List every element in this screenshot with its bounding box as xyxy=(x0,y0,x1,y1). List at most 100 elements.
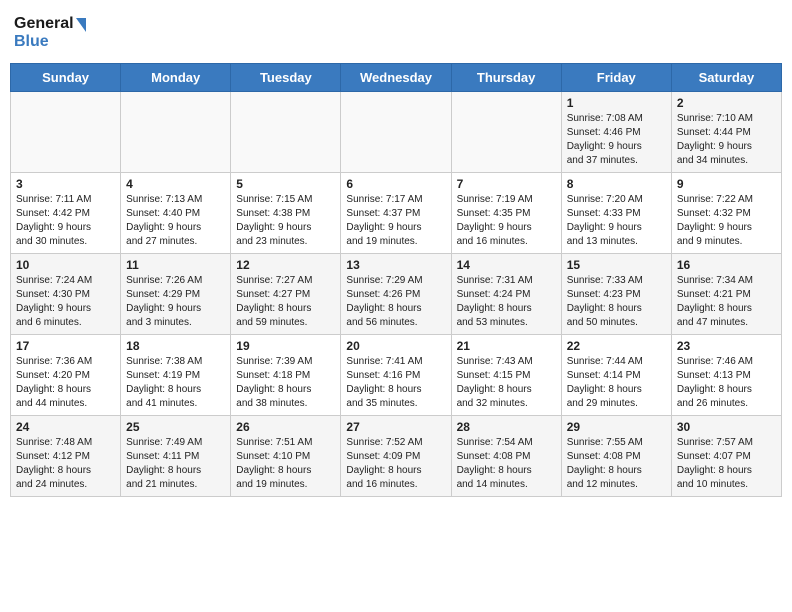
header-cell-wednesday: Wednesday xyxy=(341,64,451,92)
calendar-cell: 20 Sunrise: 7:41 AM Sunset: 4:16 PM Dayli… xyxy=(341,335,451,416)
day-number: 11 xyxy=(126,258,225,272)
calendar-cell: 14 Sunrise: 7:31 AM Sunset: 4:24 PM Dayli… xyxy=(451,254,561,335)
calendar-cell: 4 Sunrise: 7:13 AM Sunset: 4:40 PM Daylig… xyxy=(121,173,231,254)
day-number: 26 xyxy=(236,420,335,434)
day-info: Sunrise: 7:27 AM Sunset: 4:27 PM Dayligh… xyxy=(236,274,335,330)
calendar-cell: 24 Sunrise: 7:48 AM Sunset: 4:12 PM Dayli… xyxy=(11,416,121,497)
day-info: Sunrise: 7:52 AM Sunset: 4:09 PM Dayligh… xyxy=(346,436,445,492)
calendar-cell: 12 Sunrise: 7:27 AM Sunset: 4:27 PM Dayli… xyxy=(231,254,341,335)
day-info: Sunrise: 7:49 AM Sunset: 4:11 PM Dayligh… xyxy=(126,436,225,492)
week-row-1: 1 Sunrise: 7:08 AM Sunset: 4:46 PM Daylig… xyxy=(11,92,782,173)
calendar-cell: 26 Sunrise: 7:51 AM Sunset: 4:10 PM Dayli… xyxy=(231,416,341,497)
calendar-cell: 17 Sunrise: 7:36 AM Sunset: 4:20 PM Dayli… xyxy=(11,335,121,416)
day-number: 17 xyxy=(16,339,115,353)
calendar-table: SundayMondayTuesdayWednesdayThursdayFrid… xyxy=(10,63,782,497)
day-number: 15 xyxy=(567,258,666,272)
day-number: 19 xyxy=(236,339,335,353)
day-info: Sunrise: 7:36 AM Sunset: 4:20 PM Dayligh… xyxy=(16,355,115,411)
day-number: 20 xyxy=(346,339,445,353)
day-info: Sunrise: 7:33 AM Sunset: 4:23 PM Dayligh… xyxy=(567,274,666,330)
day-number: 22 xyxy=(567,339,666,353)
day-number: 12 xyxy=(236,258,335,272)
day-info: Sunrise: 7:10 AM Sunset: 4:44 PM Dayligh… xyxy=(677,112,776,168)
day-number: 2 xyxy=(677,96,776,110)
day-info: Sunrise: 7:19 AM Sunset: 4:35 PM Dayligh… xyxy=(457,193,556,249)
day-info: Sunrise: 7:08 AM Sunset: 4:46 PM Dayligh… xyxy=(567,112,666,168)
day-info: Sunrise: 7:31 AM Sunset: 4:24 PM Dayligh… xyxy=(457,274,556,330)
day-number: 24 xyxy=(16,420,115,434)
day-info: Sunrise: 7:29 AM Sunset: 4:26 PM Dayligh… xyxy=(346,274,445,330)
calendar-cell: 21Sunrise: 7:43 AM Sunset: 4:15 PM Dayli… xyxy=(451,335,561,416)
header-cell-thursday: Thursday xyxy=(451,64,561,92)
day-info: Sunrise: 7:55 AM Sunset: 4:08 PM Dayligh… xyxy=(567,436,666,492)
week-row-5: 24 Sunrise: 7:48 AM Sunset: 4:12 PM Dayli… xyxy=(11,416,782,497)
day-number: 13 xyxy=(346,258,445,272)
calendar-cell: 9 Sunrise: 7:22 AM Sunset: 4:32 PM Daylig… xyxy=(671,173,781,254)
day-number: 16 xyxy=(677,258,776,272)
day-number: 3 xyxy=(16,177,115,191)
calendar-cell: 23 Sunrise: 7:46 AM Sunset: 4:13 PM Dayli… xyxy=(671,335,781,416)
calendar-cell xyxy=(231,92,341,173)
week-row-3: 10 Sunrise: 7:24 AM Sunset: 4:30 PM Dayli… xyxy=(11,254,782,335)
calendar-cell xyxy=(341,92,451,173)
calendar-cell: 15 Sunrise: 7:33 AM Sunset: 4:23 PM Dayli… xyxy=(561,254,671,335)
calendar-cell: 6 Sunrise: 7:17 AM Sunset: 4:37 PM Daylig… xyxy=(341,173,451,254)
day-info: Sunrise: 7:11 AM Sunset: 4:42 PM Dayligh… xyxy=(16,193,115,249)
calendar-cell: 1 Sunrise: 7:08 AM Sunset: 4:46 PM Daylig… xyxy=(561,92,671,173)
day-info: Sunrise: 7:48 AM Sunset: 4:12 PM Dayligh… xyxy=(16,436,115,492)
calendar-cell: 16 Sunrise: 7:34 AM Sunset: 4:21 PM Dayli… xyxy=(671,254,781,335)
header-cell-tuesday: Tuesday xyxy=(231,64,341,92)
svg-text:Blue: Blue xyxy=(14,33,49,50)
day-number: 6 xyxy=(346,177,445,191)
day-number: 10 xyxy=(16,258,115,272)
calendar-cell: 8Sunrise: 7:20 AM Sunset: 4:33 PM Daylig… xyxy=(561,173,671,254)
day-info: Sunrise: 7:39 AM Sunset: 4:18 PM Dayligh… xyxy=(236,355,335,411)
day-info: Sunrise: 7:43 AM Sunset: 4:15 PM Dayligh… xyxy=(457,355,556,411)
day-info: Sunrise: 7:38 AM Sunset: 4:19 PM Dayligh… xyxy=(126,355,225,411)
calendar-cell: 28 Sunrise: 7:54 AM Sunset: 4:08 PM Dayli… xyxy=(451,416,561,497)
day-info: Sunrise: 7:54 AM Sunset: 4:08 PM Dayligh… xyxy=(457,436,556,492)
day-info: Sunrise: 7:13 AM Sunset: 4:40 PM Dayligh… xyxy=(126,193,225,249)
calendar-cell: 25Sunrise: 7:49 AM Sunset: 4:11 PM Dayli… xyxy=(121,416,231,497)
calendar-cell: 18Sunrise: 7:38 AM Sunset: 4:19 PM Dayli… xyxy=(121,335,231,416)
calendar-cell: 10 Sunrise: 7:24 AM Sunset: 4:30 PM Dayli… xyxy=(11,254,121,335)
calendar-cell: 13 Sunrise: 7:29 AM Sunset: 4:26 PM Dayli… xyxy=(341,254,451,335)
week-row-4: 17 Sunrise: 7:36 AM Sunset: 4:20 PM Dayli… xyxy=(11,335,782,416)
day-number: 30 xyxy=(677,420,776,434)
day-info: Sunrise: 7:57 AM Sunset: 4:07 PM Dayligh… xyxy=(677,436,776,492)
header-cell-monday: Monday xyxy=(121,64,231,92)
header-cell-saturday: Saturday xyxy=(671,64,781,92)
calendar-cell: 3 Sunrise: 7:11 AM Sunset: 4:42 PM Daylig… xyxy=(11,173,121,254)
day-info: Sunrise: 7:34 AM Sunset: 4:21 PM Dayligh… xyxy=(677,274,776,330)
day-info: Sunrise: 7:46 AM Sunset: 4:13 PM Dayligh… xyxy=(677,355,776,411)
calendar-cell: 27Sunrise: 7:52 AM Sunset: 4:09 PM Dayli… xyxy=(341,416,451,497)
calendar-cell xyxy=(11,92,121,173)
calendar-cell: 11 Sunrise: 7:26 AM Sunset: 4:29 PM Dayli… xyxy=(121,254,231,335)
header: GeneralBlue xyxy=(10,10,782,55)
calendar-cell: 29 Sunrise: 7:55 AM Sunset: 4:08 PM Dayli… xyxy=(561,416,671,497)
logo: GeneralBlue xyxy=(14,10,94,55)
day-number: 23 xyxy=(677,339,776,353)
day-number: 14 xyxy=(457,258,556,272)
svg-text:General: General xyxy=(14,15,74,32)
day-info: Sunrise: 7:22 AM Sunset: 4:32 PM Dayligh… xyxy=(677,193,776,249)
header-cell-friday: Friday xyxy=(561,64,671,92)
day-info: Sunrise: 7:24 AM Sunset: 4:30 PM Dayligh… xyxy=(16,274,115,330)
day-number: 7 xyxy=(457,177,556,191)
day-info: Sunrise: 7:51 AM Sunset: 4:10 PM Dayligh… xyxy=(236,436,335,492)
day-number: 5 xyxy=(236,177,335,191)
week-row-2: 3 Sunrise: 7:11 AM Sunset: 4:42 PM Daylig… xyxy=(11,173,782,254)
day-number: 9 xyxy=(677,177,776,191)
day-info: Sunrise: 7:26 AM Sunset: 4:29 PM Dayligh… xyxy=(126,274,225,330)
calendar-cell: 22Sunrise: 7:44 AM Sunset: 4:14 PM Dayli… xyxy=(561,335,671,416)
day-number: 4 xyxy=(126,177,225,191)
calendar-cell: 19 Sunrise: 7:39 AM Sunset: 4:18 PM Dayli… xyxy=(231,335,341,416)
day-number: 29 xyxy=(567,420,666,434)
day-number: 28 xyxy=(457,420,556,434)
day-info: Sunrise: 7:17 AM Sunset: 4:37 PM Dayligh… xyxy=(346,193,445,249)
day-number: 1 xyxy=(567,96,666,110)
header-cell-sunday: Sunday xyxy=(11,64,121,92)
day-info: Sunrise: 7:41 AM Sunset: 4:16 PM Dayligh… xyxy=(346,355,445,411)
day-info: Sunrise: 7:20 AM Sunset: 4:33 PM Dayligh… xyxy=(567,193,666,249)
day-info: Sunrise: 7:15 AM Sunset: 4:38 PM Dayligh… xyxy=(236,193,335,249)
